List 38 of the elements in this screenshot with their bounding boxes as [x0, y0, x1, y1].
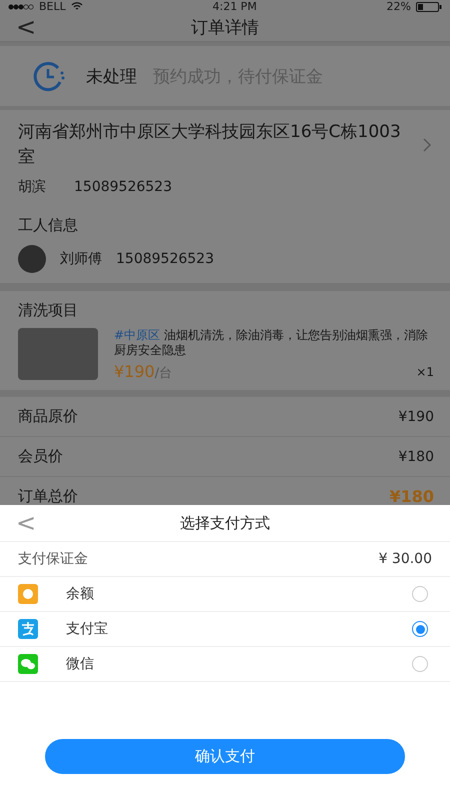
payment-option[interactable]: 微信	[0, 647, 450, 682]
back-button[interactable]: <	[16, 13, 46, 41]
price-label: 会员价	[18, 447, 63, 466]
radio-button[interactable]	[412, 656, 428, 672]
signal-icon	[8, 4, 34, 10]
address-text: 河南省郑州市中原区大学科技园东区16号C栋1003室	[18, 121, 402, 169]
battery-percent: 22%	[386, 0, 411, 13]
balance-icon	[18, 584, 38, 604]
page-title: 订单详情	[190, 16, 260, 38]
radio-button[interactable]	[412, 586, 428, 602]
worker-phone: 15089526523	[116, 251, 214, 267]
price-label: 商品原价	[18, 407, 78, 426]
deposit-amount: ¥ 30.00	[378, 551, 432, 567]
alipay-icon	[18, 619, 38, 639]
sheet-title: 选择支付方式	[179, 514, 271, 532]
contact-phone: 15089526523	[74, 179, 172, 195]
section-heading: 工人信息	[18, 216, 79, 235]
price-value: ¥180	[389, 487, 434, 506]
worker-name: 刘师傅	[60, 250, 102, 268]
contact-name: 胡滨	[18, 178, 46, 196]
order-state: 未处理	[86, 66, 137, 88]
battery-icon	[416, 2, 442, 12]
chevron-right-icon	[422, 137, 432, 153]
payment-option[interactable]: 余额	[0, 577, 450, 612]
payment-option[interactable]: 支付宝	[0, 612, 450, 647]
quantity: ×1	[416, 365, 434, 379]
service-description: #中原区 油烟机清洗，除油消毒，让您告别油烟熏强，消除厨房安全隐患	[114, 328, 429, 358]
price-value: ¥180	[398, 448, 434, 464]
wifi-icon	[70, 2, 83, 11]
deposit-label: 支付保证金	[18, 550, 88, 568]
price-value: ¥190	[398, 408, 434, 424]
radio-button[interactable]	[412, 621, 428, 637]
wechat-icon	[18, 654, 38, 674]
carrier: BELL	[39, 0, 66, 13]
avatar	[18, 245, 46, 273]
clock-time: 4:21 PM	[212, 0, 257, 13]
price-label: 订单总价	[18, 487, 78, 506]
section-heading: 清洗项目	[18, 301, 79, 320]
